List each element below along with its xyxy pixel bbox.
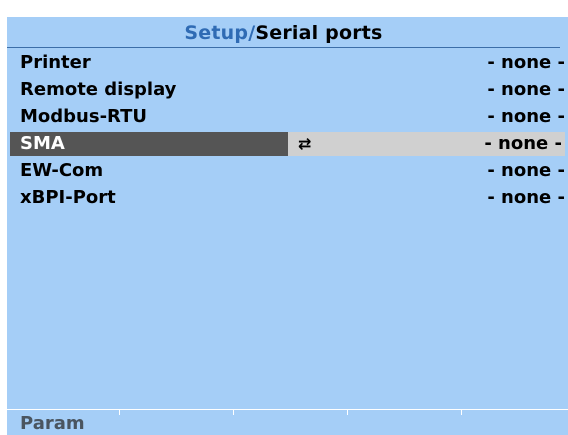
port-value: - none - xyxy=(487,52,565,73)
softkey-tick xyxy=(347,409,348,415)
port-value: - none - xyxy=(487,106,565,127)
softkey-tick xyxy=(233,409,234,415)
port-value: - none - xyxy=(487,187,565,208)
port-label: Remote display xyxy=(20,79,177,100)
title-divider xyxy=(7,47,560,48)
port-label: SMA xyxy=(20,133,65,154)
list-item-remote-display[interactable]: Remote display - none - xyxy=(7,78,568,102)
list-item-ew-com[interactable]: EW-Com - none - xyxy=(7,159,568,183)
softkey-divider xyxy=(7,409,568,414)
breadcrumb-current: Serial ports xyxy=(255,22,383,44)
device-screen: Setup/Serial ports Printer - none - Remo… xyxy=(7,17,568,435)
port-value: - none - xyxy=(484,133,562,154)
swap-icon: ⇄ xyxy=(298,134,312,153)
list-item-modbus-rtu[interactable]: Modbus-RTU - none - xyxy=(7,105,568,129)
softkey-tick xyxy=(461,409,462,415)
softkey-param[interactable]: Param xyxy=(20,413,85,435)
page-title: Setup/Serial ports xyxy=(7,21,560,45)
serial-port-list: Printer - none - Remote display - none -… xyxy=(7,51,568,213)
port-value: - none - xyxy=(487,79,565,100)
list-item-sma[interactable]: SMA ⇄ - none - xyxy=(10,132,565,156)
port-label: Modbus-RTU xyxy=(20,106,147,127)
breadcrumb-setup[interactable]: Setup xyxy=(184,22,248,44)
port-label: EW-Com xyxy=(20,160,104,181)
port-value: - none - xyxy=(487,160,565,181)
softkey-bar: Param xyxy=(7,409,568,435)
port-label: xBPI-Port xyxy=(20,187,116,208)
softkey-tick xyxy=(119,409,120,415)
list-item-printer[interactable]: Printer - none - xyxy=(7,51,568,75)
port-label: Printer xyxy=(20,52,91,73)
list-item-xbpi-port[interactable]: xBPI-Port - none - xyxy=(7,186,568,210)
